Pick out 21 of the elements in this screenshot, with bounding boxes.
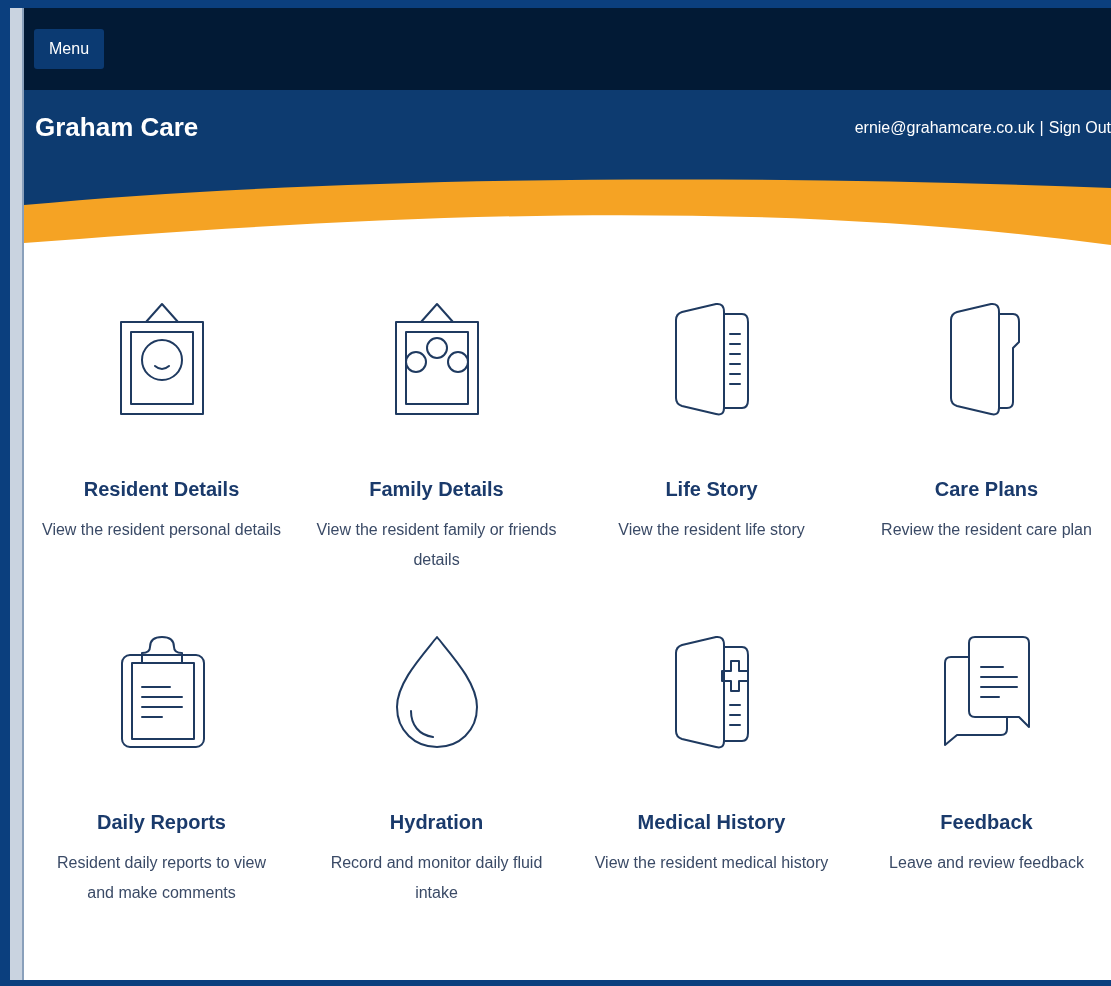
tile-title[interactable]: Life Story (665, 478, 758, 501)
tile-title[interactable]: Feedback (940, 811, 1033, 834)
menu-button[interactable]: Menu (34, 29, 105, 69)
tile-description: View the resident family or friends details (316, 520, 557, 570)
separator: | (1039, 118, 1044, 137)
tile-description: Record and monitor daily fluid intake (329, 853, 544, 903)
tile-title[interactable]: Daily Reports (97, 811, 226, 834)
tile-description: Review the resident care plan (881, 520, 1092, 540)
tile-description: Leave and review feedback (889, 853, 1084, 873)
tile-description: Resident daily reports to view and make comments (56, 853, 267, 903)
tile-title[interactable]: Medical History (637, 811, 786, 834)
tile-title[interactable]: Care Plans (934, 478, 1039, 501)
tile-description: View the resident personal details (42, 520, 281, 540)
tile-description: View the resident life story (618, 520, 805, 540)
tile-title[interactable]: Resident Details (83, 478, 240, 501)
tile-title[interactable]: Family Details (369, 478, 504, 501)
tile-title[interactable]: Hydration (389, 811, 484, 834)
tile-description: View the resident medical history (594, 853, 829, 873)
site-title: Graham Care (35, 112, 199, 143)
user-email: ernie@grahamcare.co.uk (854, 118, 1035, 137)
sign-out-link[interactable]: Sign Out (1048, 118, 1111, 137)
